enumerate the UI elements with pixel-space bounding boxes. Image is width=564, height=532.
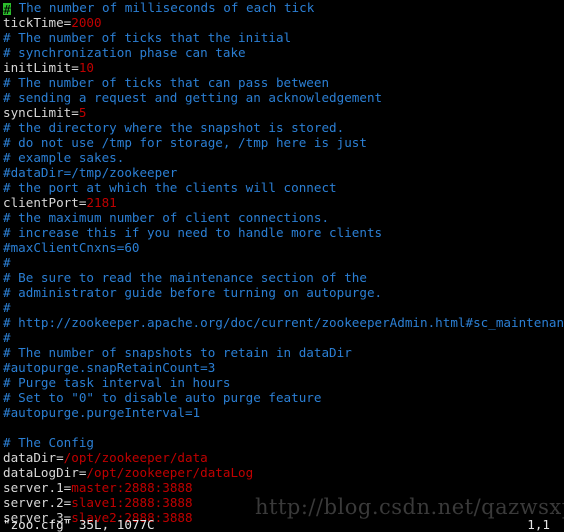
code-line[interactable]: dataLogDir=/opt/zookeeper/dataLog — [0, 465, 564, 480]
comment-text: # The number of ticks that the initial — [3, 30, 292, 45]
comment-text: # increase this if you need to handle mo… — [3, 225, 383, 240]
config-key: server.2= — [3, 495, 72, 510]
config-value: 2000 — [71, 15, 102, 30]
comment-text: #maxClientCnxns=60 — [3, 240, 140, 255]
comment-text: # the directory where the snapshot is st… — [3, 120, 345, 135]
code-line[interactable]: # the maximum number of client connectio… — [0, 210, 564, 225]
code-line[interactable]: dataDir=/opt/zookeeper/data — [0, 450, 564, 465]
config-key: initLimit= — [3, 60, 79, 75]
code-line[interactable]: # increase this if you need to handle mo… — [0, 225, 564, 240]
comment-text: # — [3, 330, 11, 345]
config-value: /opt/zookeeper/dataLog — [86, 465, 254, 480]
code-line[interactable]: # The number of milliseconds of each tic… — [0, 0, 564, 15]
code-line[interactable]: server.1=master:2888:3888 — [0, 480, 564, 495]
vim-statusline-position: 1,1 — [527, 517, 550, 532]
code-line[interactable]: # the directory where the snapshot is st… — [0, 120, 564, 135]
comment-text: # — [3, 255, 11, 270]
code-line[interactable]: # — [0, 330, 564, 345]
code-line[interactable]: #maxClientCnxns=60 — [0, 240, 564, 255]
code-line[interactable]: # sending a request and getting an ackno… — [0, 90, 564, 105]
config-key: syncLimit= — [3, 105, 79, 120]
code-line[interactable]: # administrator guide before turning on … — [0, 285, 564, 300]
code-line[interactable]: # synchronization phase can take — [0, 45, 564, 60]
code-line[interactable] — [0, 420, 564, 435]
comment-text: #dataDir=/tmp/zookeeper — [3, 165, 178, 180]
comment-text: #autopurge.purgeInterval=1 — [3, 405, 201, 420]
comment-text: # http://zookeeper.apache.org/doc/curren… — [3, 315, 564, 330]
comment-text: # The number of snapshots to retain in d… — [3, 345, 352, 360]
comment-text: # The number of ticks that can pass betw… — [3, 75, 330, 90]
comment-text: # The Config — [3, 435, 94, 450]
comment-text: # do not use /tmp for storage, /tmp here… — [3, 135, 367, 150]
code-line[interactable]: # the port at which the clients will con… — [0, 180, 564, 195]
code-line[interactable]: # The number of ticks that the initial — [0, 30, 564, 45]
code-line[interactable]: # — [0, 300, 564, 315]
code-line[interactable]: # Purge task interval in hours — [0, 375, 564, 390]
code-line[interactable]: tickTime=2000 — [0, 15, 564, 30]
comment-text: # example sakes. — [3, 150, 125, 165]
comment-text: # Be sure to read the maintenance sectio… — [3, 270, 367, 285]
comment-text: # the maximum number of client connectio… — [3, 210, 330, 225]
config-key: server.1= — [3, 480, 72, 495]
code-line[interactable]: # The Config — [0, 435, 564, 450]
config-value: 5 — [78, 105, 87, 120]
code-line[interactable]: # Set to "0" to disable auto purge featu… — [0, 390, 564, 405]
comment-text: #autopurge.snapRetainCount=3 — [3, 360, 216, 375]
config-value: /opt/zookeeper/data — [63, 450, 208, 465]
code-line[interactable]: initLimit=10 — [0, 60, 564, 75]
vim-text-buffer[interactable]: # The number of milliseconds of each tic… — [0, 0, 564, 525]
code-line[interactable]: # — [0, 255, 564, 270]
comment-text: # Purge task interval in hours — [3, 375, 231, 390]
code-line[interactable]: # do not use /tmp for storage, /tmp here… — [0, 135, 564, 150]
code-line[interactable]: # The number of ticks that can pass betw… — [0, 75, 564, 90]
config-value: 2181 — [86, 195, 117, 210]
code-line[interactable]: clientPort=2181 — [0, 195, 564, 210]
config-value: master:2888:3888 — [71, 480, 193, 495]
code-line[interactable]: # example sakes. — [0, 150, 564, 165]
code-line[interactable]: # http://zookeeper.apache.org/doc/curren… — [0, 315, 564, 330]
code-line[interactable]: #autopurge.snapRetainCount=3 — [0, 360, 564, 375]
config-key: dataLogDir= — [3, 465, 87, 480]
comment-text: # synchronization phase can take — [3, 45, 246, 60]
comment-text: The number of milliseconds of each tick — [11, 0, 315, 15]
code-line[interactable]: server.2=slave1:2888:3888 — [0, 495, 564, 510]
code-line[interactable]: # Be sure to read the maintenance sectio… — [0, 270, 564, 285]
config-key: clientPort= — [3, 195, 87, 210]
config-key: dataDir= — [3, 450, 64, 465]
comment-text: # Set to "0" to disable auto purge featu… — [3, 390, 322, 405]
code-line[interactable]: #autopurge.purgeInterval=1 — [0, 405, 564, 420]
comment-text: # sending a request and getting an ackno… — [3, 90, 383, 105]
config-key: tickTime= — [3, 15, 72, 30]
code-line[interactable]: syncLimit=5 — [0, 105, 564, 120]
config-value: 10 — [78, 60, 94, 75]
vim-statusline-file: "zoo.cfg" 35L, 1077C — [3, 517, 155, 532]
terminal-window[interactable]: # The number of milliseconds of each tic… — [0, 0, 564, 532]
code-line[interactable]: # The number of snapshots to retain in d… — [0, 345, 564, 360]
text-cursor: # — [3, 2, 11, 15]
comment-text: # administrator guide before turning on … — [3, 285, 383, 300]
config-value: slave1:2888:3888 — [71, 495, 193, 510]
comment-text: # the port at which the clients will con… — [3, 180, 337, 195]
code-line[interactable]: #dataDir=/tmp/zookeeper — [0, 165, 564, 180]
comment-text: # — [3, 300, 11, 315]
